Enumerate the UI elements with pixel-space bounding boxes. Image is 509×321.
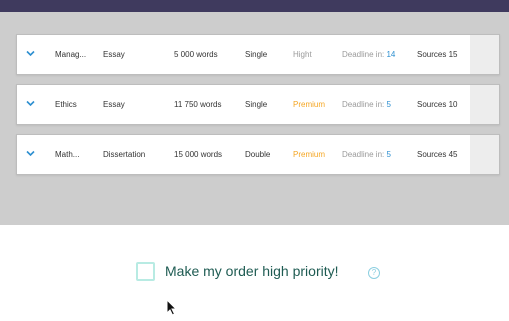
deadline-label: Deadline in:: [342, 100, 385, 109]
deadline-value: 14: [386, 50, 396, 59]
order-row[interactable]: Manag... Essay 5 000 words Single Hight …: [16, 34, 500, 75]
order-sources: Sources 45: [417, 150, 458, 159]
deadline-label: Deadline in:: [342, 150, 385, 159]
order-words: 15 000 words: [174, 150, 223, 159]
chevron-down-icon[interactable]: [26, 35, 36, 57]
order-deadline: Deadline in: 5: [342, 85, 391, 124]
order-level: Premium: [293, 100, 326, 109]
order-row[interactable]: Ethics Essay 11 750 words Single Premium…: [16, 84, 500, 125]
order-level: Hight: [293, 50, 312, 59]
orders-list: Manag... Essay 5 000 words Single Hight …: [16, 34, 500, 184]
chevron-down-icon[interactable]: [26, 135, 36, 157]
high-priority-checkbox[interactable]: [136, 262, 155, 281]
top-bar: [0, 0, 509, 12]
order-title: Ethics: [55, 100, 77, 109]
deadline-value: 5: [386, 100, 391, 109]
order-type: Essay: [103, 50, 125, 59]
order-spacing: Single: [245, 50, 268, 59]
order-row[interactable]: Math... Dissertation 15 000 words Double…: [16, 134, 500, 175]
order-title: Manag...: [55, 50, 87, 59]
deadline-value: 5: [386, 150, 391, 159]
mouse-pointer-icon: [166, 299, 177, 316]
question-circle-icon[interactable]: ?: [368, 267, 380, 279]
high-priority-label[interactable]: Make my order high priority!: [165, 263, 339, 279]
order-spacing: Single: [245, 100, 268, 109]
deadline-label: Deadline in:: [342, 50, 385, 59]
order-spacing: Double: [245, 150, 271, 159]
order-level: Premium: [293, 150, 326, 159]
order-title: Math...: [55, 150, 80, 159]
order-words: 11 750 words: [174, 100, 222, 109]
row-side-panel: [470, 35, 499, 74]
order-type: Dissertation: [103, 150, 146, 159]
order-sources: Sources 15: [417, 50, 458, 59]
order-deadline: Deadline in: 14: [342, 35, 395, 74]
order-type: Essay: [103, 100, 125, 109]
order-deadline: Deadline in: 5: [342, 135, 391, 174]
row-side-panel: [470, 135, 499, 174]
chevron-down-icon[interactable]: [26, 85, 36, 107]
order-sources: Sources 10: [417, 100, 458, 109]
row-side-panel: [470, 85, 499, 124]
order-words: 5 000 words: [174, 50, 218, 59]
